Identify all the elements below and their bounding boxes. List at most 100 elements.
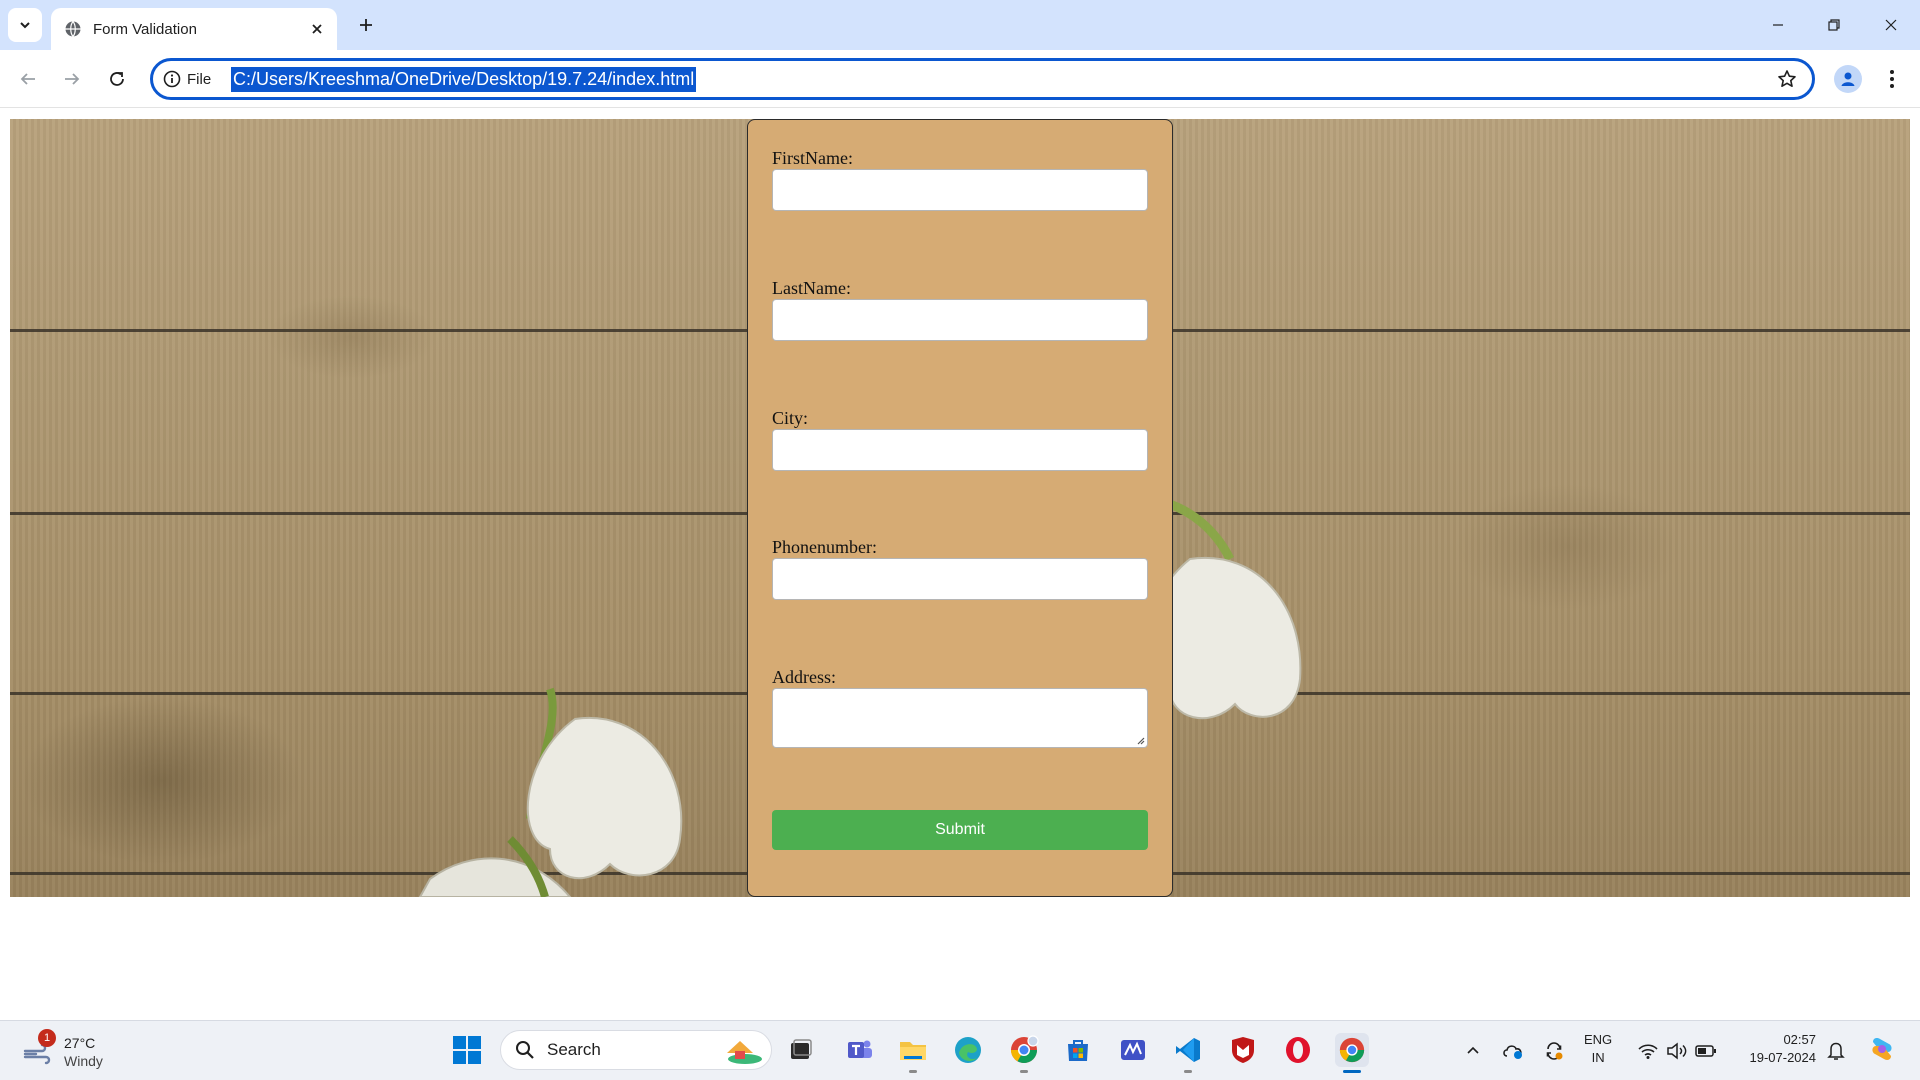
tab-title: Form Validation <box>93 20 197 38</box>
firstname-label: FirstName: <box>772 148 853 168</box>
browser-toolbar: File C:/Users/Kreeshma/OneDrive/Desktop/… <box>0 50 1920 108</box>
taskbar-vscode[interactable] <box>1171 1033 1205 1073</box>
speaker-icon <box>1667 1042 1687 1060</box>
taskbar-search-label: Search <box>547 1040 601 1059</box>
weather-widget[interactable]: 1 27°C Windy <box>20 1029 103 1073</box>
profile-avatar[interactable] <box>1834 65 1862 93</box>
arrow-right-icon <box>65 73 80 85</box>
back-button[interactable] <box>14 65 42 93</box>
running-indicator <box>1020 1070 1028 1073</box>
clock-time: 02:57 <box>1783 1032 1816 1047</box>
chevron-down-icon <box>20 22 30 29</box>
onedrive-tray-icon[interactable] <box>1501 1039 1525 1063</box>
bell-icon <box>1827 1042 1845 1060</box>
close-icon[interactable] <box>305 17 329 41</box>
page-viewport: FirstName: LastName: City: Phonenumber: … <box>0 109 1920 1020</box>
clock-date: 19-07-2024 <box>1749 1050 1817 1065</box>
language-code: ENG <box>1584 1032 1613 1047</box>
search-highlight-art-icon <box>727 1041 762 1064</box>
address-textarea[interactable] <box>772 688 1148 748</box>
restore-icon <box>1828 19 1840 31</box>
arrow-left-icon <box>20 73 35 85</box>
phonenumber-input[interactable] <box>772 558 1148 600</box>
taskbar-opera[interactable] <box>1281 1033 1315 1067</box>
copilot-icon <box>1872 1038 1892 1060</box>
phonenumber-label: Phonenumber: <box>772 537 877 557</box>
whiteboard-icon <box>1121 1040 1145 1060</box>
notifications-button[interactable] <box>1824 1039 1848 1063</box>
address-label: Address: <box>772 667 836 687</box>
taskbar-whiteboard[interactable] <box>1116 1033 1150 1067</box>
task-view-icon <box>791 1039 812 1059</box>
copilot-button[interactable] <box>1866 1033 1898 1065</box>
taskbar-microsoft-store[interactable] <box>1061 1033 1095 1067</box>
region-code: IN <box>1591 1050 1605 1065</box>
weather-notification-badge: 1 <box>38 1029 56 1047</box>
kebab-menu-icon <box>1890 70 1894 88</box>
tab-form-validation[interactable]: Form Validation <box>51 8 337 50</box>
volume-tray-icon[interactable] <box>1665 1039 1689 1063</box>
weather-description: Windy <box>64 1053 103 1069</box>
site-info-chip[interactable]: File <box>163 68 211 90</box>
folder-icon <box>900 1042 926 1060</box>
forward-button[interactable] <box>58 65 86 93</box>
taskbar-file-explorer[interactable] <box>896 1033 930 1073</box>
browser-tab-strip: Form Validation <box>0 0 1920 50</box>
site-info-label: File <box>187 70 212 88</box>
chevron-up-icon <box>1467 1046 1479 1054</box>
city-label: City: <box>772 408 809 428</box>
clock[interactable]: 02:57 19-07-2024 <box>1738 1031 1817 1067</box>
address-bar[interactable]: File C:/Users/Kreeshma/OneDrive/Desktop/… <box>150 58 1815 100</box>
bookmark-star-icon[interactable] <box>1776 68 1798 90</box>
show-hidden-icons-button[interactable] <box>1461 1039 1485 1063</box>
battery-icon <box>1695 1045 1716 1057</box>
city-input[interactable] <box>772 429 1148 471</box>
running-indicator <box>909 1070 917 1073</box>
weather-temperature: 27°C <box>64 1035 96 1051</box>
running-indicator <box>1343 1070 1361 1073</box>
taskbar-mcafee[interactable] <box>1226 1033 1260 1067</box>
close-icon <box>1885 19 1897 31</box>
url-text[interactable]: C:/Users/Kreeshma/OneDrive/Desktop/19.7.… <box>231 67 697 92</box>
browser-menu-button[interactable] <box>1880 65 1904 93</box>
mcafee-shield-icon <box>1232 1037 1254 1063</box>
taskbar-teams[interactable] <box>843 1033 877 1067</box>
firstname-input[interactable] <box>772 169 1148 211</box>
wifi-icon <box>1638 1044 1658 1059</box>
minimize-icon <box>1773 24 1783 26</box>
reload-button[interactable] <box>103 65 131 93</box>
language-indicator[interactable]: ENG IN <box>1584 1031 1612 1067</box>
edge-icon <box>955 1037 981 1063</box>
battery-tray-icon[interactable] <box>1694 1039 1718 1063</box>
sync-icon <box>1546 1042 1563 1060</box>
lastname-label: LastName: <box>772 278 851 298</box>
person-icon <box>1841 72 1855 86</box>
submit-button[interactable]: Submit <box>772 810 1148 850</box>
taskbar-edge[interactable] <box>951 1033 985 1067</box>
window-close-button[interactable] <box>1871 10 1911 40</box>
opera-icon <box>1286 1037 1310 1063</box>
chrome-icon <box>1339 1037 1365 1063</box>
lastname-input[interactable] <box>772 299 1148 341</box>
sync-tray-icon[interactable] <box>1542 1039 1566 1063</box>
weather-text: 27°C Windy <box>64 1034 103 1070</box>
resize-grip-icon[interactable] <box>1135 735 1145 745</box>
plus-icon <box>360 19 372 31</box>
new-tab-button[interactable] <box>353 12 379 38</box>
chrome-icon <box>1010 1035 1039 1064</box>
taskbar-chrome-profile[interactable] <box>1007 1033 1041 1073</box>
taskbar-chrome-active[interactable] <box>1335 1033 1369 1073</box>
minimize-button[interactable] <box>1758 10 1798 40</box>
taskbar-task-view[interactable] <box>784 1033 818 1067</box>
windows-start-icon[interactable] <box>452 1035 482 1065</box>
wifi-tray-icon[interactable] <box>1636 1039 1660 1063</box>
tab-search-button[interactable] <box>8 8 42 42</box>
restore-button[interactable] <box>1814 10 1854 40</box>
reload-icon <box>110 72 124 86</box>
registration-form: FirstName: LastName: City: Phonenumber: … <box>747 119 1173 897</box>
search-icon <box>516 1041 534 1059</box>
info-icon <box>163 70 181 88</box>
taskbar-search-box[interactable]: Search <box>500 1030 772 1070</box>
vscode-icon <box>1176 1038 1200 1062</box>
running-indicator <box>1184 1070 1192 1073</box>
